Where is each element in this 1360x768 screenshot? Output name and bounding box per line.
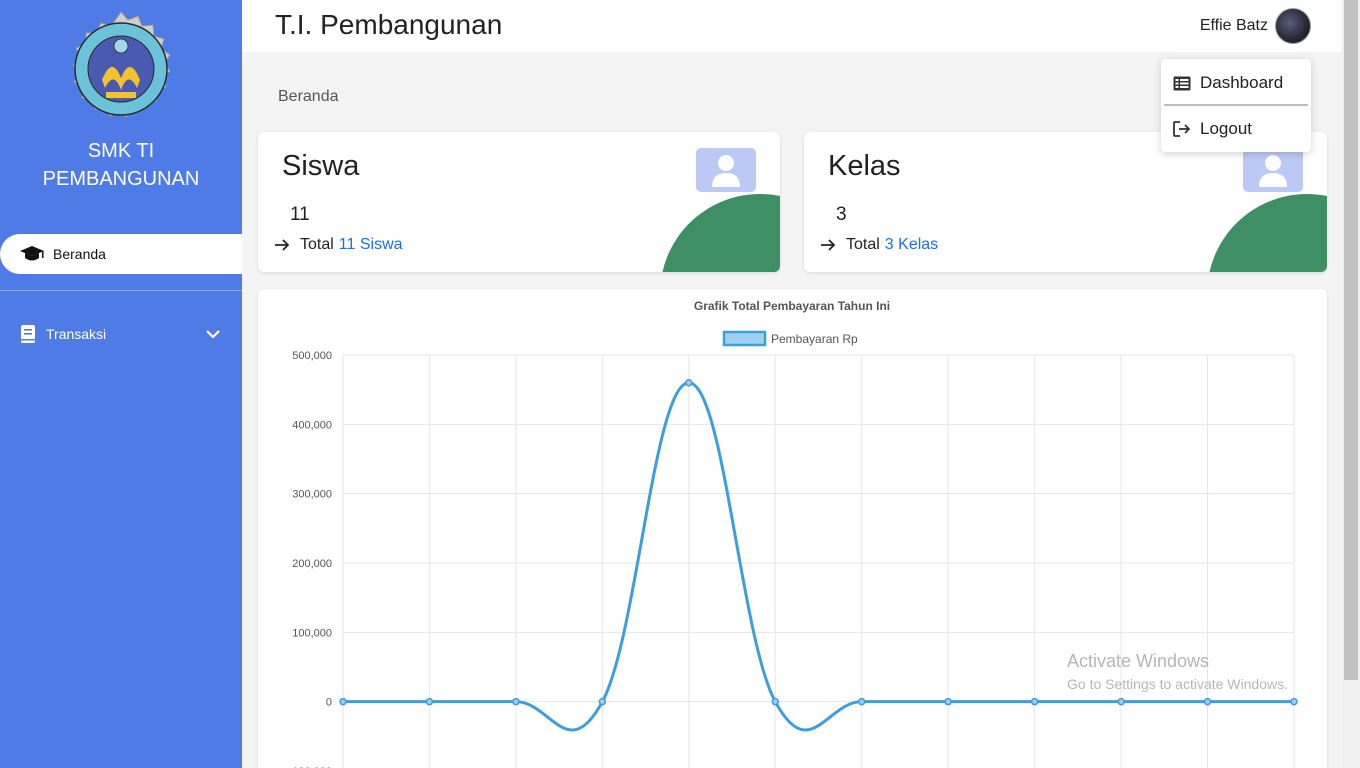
menu-item-label: Dashboard — [1200, 73, 1284, 92]
top-bar: T.I. Pembangunan Effie Batz — [242, 0, 1342, 52]
chart-card: Grafik Total Pembayaran Tahun Ini Pembay… — [258, 289, 1327, 768]
sidebar-divider — [0, 290, 242, 291]
user-dropdown-menu: Dashboard Logout — [1161, 59, 1311, 152]
card-total-link[interactable]: 3 Kelas — [885, 236, 938, 254]
y-tick-label: 500,000 — [292, 350, 332, 362]
arrow-right-icon — [274, 238, 290, 252]
y-tick-label: 100,000 — [292, 627, 332, 639]
sidebar: SMK TI PEMBANGUNAN Beranda Transaksi — [0, 0, 242, 768]
menu-divider — [1164, 104, 1308, 106]
card-total: Total 11 Siswa — [274, 236, 403, 254]
graduation-cap-icon — [19, 244, 45, 264]
school-name: SMK TI PEMBANGUNAN — [42, 140, 200, 190]
school-logo — [62, 10, 180, 128]
menu-item-dashboard[interactable]: Dashboard — [1161, 61, 1311, 105]
legend-swatch[interactable] — [722, 330, 767, 347]
table-list-icon — [1173, 76, 1191, 91]
card-title: Siswa — [282, 150, 360, 182]
data-point[interactable] — [598, 697, 607, 706]
data-point[interactable] — [771, 697, 780, 706]
data-point[interactable] — [339, 697, 347, 706]
data-point[interactable] — [425, 697, 434, 706]
data-point[interactable] — [512, 697, 520, 706]
data-point[interactable] — [685, 378, 693, 387]
watermark-subtitle: Go to Settings to activate Windows. — [1067, 676, 1288, 692]
scrollbar-thumb[interactable] — [1344, 0, 1358, 680]
breadcrumb: Beranda — [278, 88, 339, 105]
card-total-prefix: Total — [300, 236, 334, 253]
card-title: Kelas — [828, 150, 901, 182]
legend-label[interactable]: Pembayaran Rp — [771, 332, 858, 346]
payment-line-chart: Grafik Total Pembayaran Tahun Ini Pembay… — [289, 299, 1298, 768]
page-title: T.I. Pembangunan — [275, 9, 503, 40]
menu-item-logout[interactable]: Logout — [1161, 107, 1311, 151]
y-tick-label: 200,000 — [292, 558, 332, 570]
data-point[interactable] — [1030, 697, 1039, 706]
data-point[interactable] — [944, 697, 952, 706]
y-tick-label: 0 — [326, 697, 332, 709]
sidebar-item-transaksi[interactable]: Transaksi — [0, 320, 242, 348]
sidebar-item-beranda[interactable]: Beranda — [0, 234, 242, 274]
sidebar-item-label: Transaksi — [46, 326, 107, 342]
y-tick-label: 300,000 — [292, 489, 332, 501]
card-count: 11 — [290, 204, 310, 225]
card-total-link[interactable]: 11 Siswa — [339, 236, 403, 254]
sidebar-item-label: Beranda — [53, 246, 106, 262]
menu-item-label: Logout — [1200, 119, 1252, 138]
avatar[interactable] — [1275, 8, 1311, 44]
logout-icon — [1173, 121, 1191, 137]
kelas-card: Kelas 3 Total 3 Kelas — [804, 132, 1327, 272]
data-point[interactable] — [857, 697, 866, 706]
user-name[interactable]: Effie Batz — [1200, 17, 1268, 35]
card-accent-shape — [660, 194, 780, 272]
y-tick-label: 400,000 — [292, 419, 332, 431]
arrow-right-icon — [820, 238, 836, 252]
siswa-card: Siswa 11 Total 11 Siswa — [258, 132, 780, 272]
chevron-down-icon[interactable] — [206, 326, 220, 342]
book-icon — [20, 324, 38, 344]
card-accent-shape — [1207, 194, 1327, 272]
card-count: 3 — [836, 204, 847, 225]
card-total: Total 3 Kelas — [820, 236, 938, 254]
chart-title: Grafik Total Pembayaran Tahun Ini — [694, 299, 890, 313]
data-point[interactable] — [1290, 697, 1298, 706]
user-icon — [696, 148, 756, 192]
user-icon — [1243, 148, 1303, 192]
watermark-title: Activate Windows — [1067, 651, 1210, 671]
data-point[interactable] — [1203, 697, 1212, 706]
data-point[interactable] — [1117, 697, 1125, 706]
card-total-prefix: Total — [846, 236, 880, 253]
